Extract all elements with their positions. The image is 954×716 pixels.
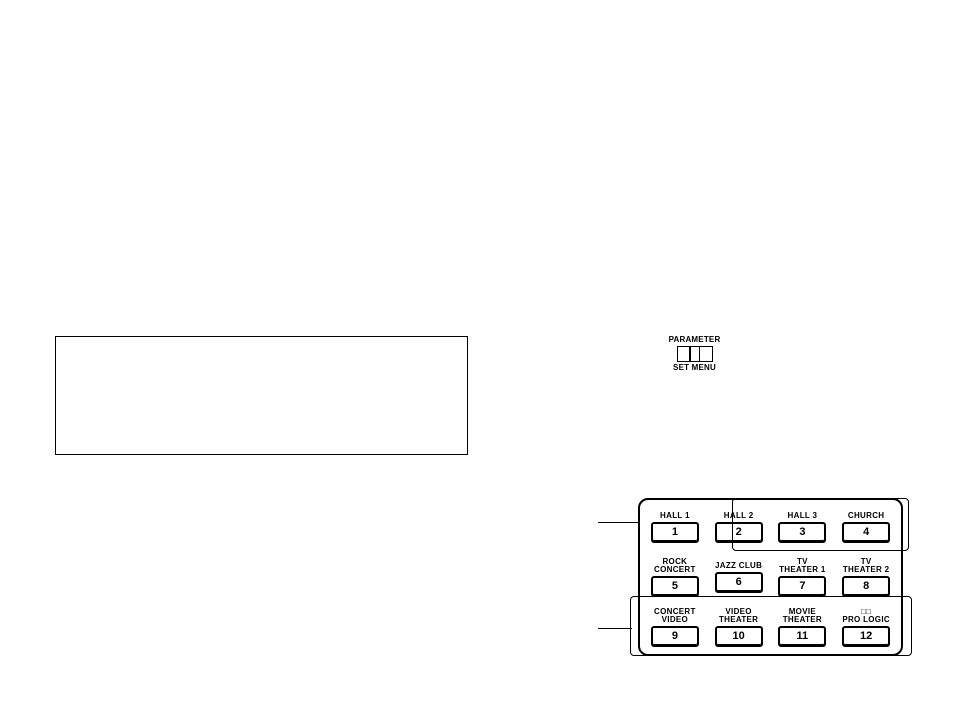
program-cell-hall-1: HALL 1 1 [646,504,704,550]
program-label: JAZZ CLUB [715,562,762,570]
leader-line-top [598,522,638,523]
rocker-switch-icon[interactable] [677,346,713,362]
program-label: TV THEATER 1 [779,558,826,574]
program-button-1[interactable]: 1 [651,522,699,543]
parameter-label: PARAMETER [652,335,737,345]
highlight-box-top [732,498,909,551]
program-label: ROCK CONCERT [654,558,696,574]
set-menu-label: SET MENU [652,363,737,373]
program-button-7[interactable]: 7 [778,576,826,597]
program-cell-tv-theater-2: TV THEATER 2 8 [837,554,895,600]
program-button-5[interactable]: 5 [651,576,699,597]
program-label: TV THEATER 2 [843,558,890,574]
parameter-set-menu-switch: PARAMETER SET MENU [652,335,737,373]
program-button-6[interactable]: 6 [715,572,763,593]
program-cell-tv-theater-1: TV THEATER 1 7 [774,554,832,600]
highlight-box-bottom [630,596,912,656]
program-label: HALL 1 [660,512,690,520]
program-cell-jazz-club: JAZZ CLUB 6 [710,554,768,600]
program-button-8[interactable]: 8 [842,576,890,597]
note-box [55,336,468,455]
leader-line-bottom [598,628,632,629]
program-cell-rock-concert: ROCK CONCERT 5 [646,554,704,600]
